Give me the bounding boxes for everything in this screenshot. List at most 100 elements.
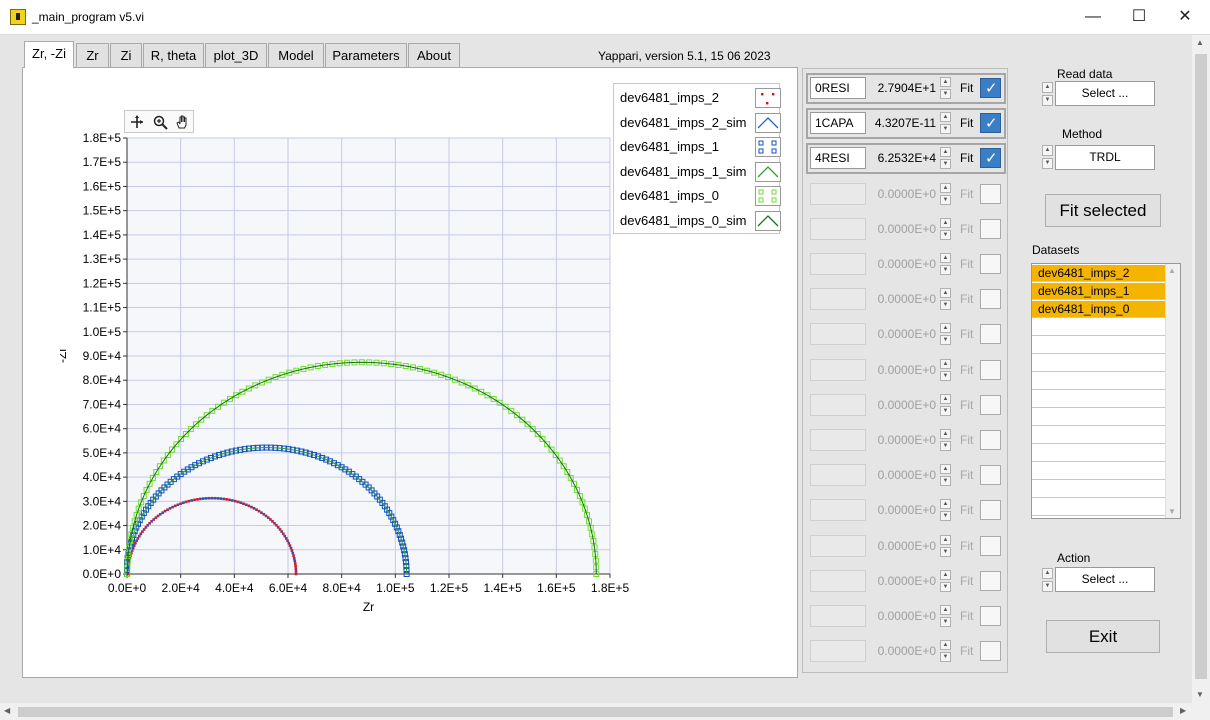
legend-item[interactable]: dev6481_imps_2 <box>620 86 781 110</box>
parameter-value[interactable]: 0.0000E+0 <box>868 464 936 486</box>
exit-button[interactable]: Exit <box>1046 620 1160 653</box>
read-data-select[interactable]: Select ... <box>1055 81 1155 106</box>
parameter-name-field[interactable] <box>810 499 866 522</box>
parameter-spinner[interactable]: ▲ ▼ <box>940 569 951 592</box>
red-dots-icon[interactable] <box>755 88 781 108</box>
parameter-value[interactable]: 0.0000E+0 <box>868 323 936 345</box>
fit-checkbox[interactable] <box>980 641 1001 662</box>
datasets-scrollbar[interactable]: ▲ ▼ <box>1165 264 1180 518</box>
parameter-value[interactable]: 0.0000E+0 <box>868 218 936 240</box>
close-button[interactable]: ✕ <box>1162 0 1208 34</box>
parameter-value[interactable]: 0.0000E+0 <box>868 183 936 205</box>
parameter-value[interactable]: 4.3207E-11 <box>868 112 936 134</box>
parameter-name-field[interactable] <box>810 569 866 592</box>
read-data-spinner[interactable]: ▲ ▼ <box>1042 82 1053 107</box>
parameter-name-field[interactable] <box>810 534 866 557</box>
dataset-item[interactable] <box>1032 391 1165 408</box>
parameter-name-field[interactable] <box>810 640 866 663</box>
legend-item[interactable]: dev6481_imps_0 <box>620 184 781 208</box>
dataset-item[interactable] <box>1032 409 1165 426</box>
parameter-spinner[interactable]: ▲ ▼ <box>940 464 951 487</box>
fit-checkbox[interactable] <box>980 254 1001 274</box>
dark-green-line-icon[interactable] <box>755 210 781 231</box>
dataset-item[interactable] <box>1032 319 1165 336</box>
parameter-spinner[interactable]: ▲ ▼ <box>940 288 951 311</box>
dataset-item[interactable] <box>1032 445 1165 462</box>
tab-about[interactable]: About <box>408 43 460 67</box>
parameter-name-field[interactable] <box>810 605 866 627</box>
fit-checkbox[interactable] <box>980 148 1001 169</box>
tab-parameters[interactable]: Parameters <box>325 43 407 67</box>
dataset-item[interactable]: dev6481_imps_0 <box>1032 301 1165 318</box>
fit-checkbox[interactable] <box>980 289 1001 310</box>
tab-model[interactable]: Model <box>268 43 324 67</box>
parameter-value[interactable]: 0.0000E+0 <box>868 394 936 416</box>
parameter-name-field[interactable] <box>810 464 866 487</box>
fit-checkbox[interactable] <box>980 183 1001 204</box>
tab-plot-3d[interactable]: plot_3D <box>205 43 267 67</box>
tab-zr[interactable]: Zr <box>76 43 109 67</box>
horizontal-scroll-thumb[interactable] <box>18 707 1173 717</box>
dataset-item[interactable] <box>1032 463 1165 480</box>
parameter-value[interactable]: 0.0000E+0 <box>868 288 936 310</box>
green-squares-icon[interactable] <box>755 186 781 206</box>
maximize-button[interactable]: ☐ <box>1116 0 1162 34</box>
method-spinner[interactable]: ▲ ▼ <box>1042 145 1053 170</box>
parameter-name-field[interactable] <box>810 217 866 240</box>
fit-checkbox[interactable] <box>980 218 1001 239</box>
tab-r-theta[interactable]: R, theta <box>143 43 204 67</box>
legend-item[interactable]: dev6481_imps_1 <box>620 135 781 159</box>
minimize-button[interactable]: — <box>1070 0 1116 34</box>
parameter-spinner[interactable]: ▲ ▼ <box>940 217 951 240</box>
green-line-icon[interactable] <box>755 161 781 182</box>
dataset-item[interactable]: dev6481_imps_1 <box>1032 283 1165 300</box>
fit-checkbox[interactable] <box>980 465 1001 486</box>
vertical-scroll-thumb[interactable] <box>1195 54 1207 679</box>
legend-item[interactable]: dev6481_imps_0_sim <box>620 209 781 233</box>
dataset-item[interactable] <box>1032 337 1165 354</box>
scroll-left-arrow-icon[interactable]: ◀ <box>4 706 10 715</box>
parameter-name-field[interactable]: 4RESI <box>810 147 866 170</box>
pan-hand-icon[interactable] <box>174 114 192 130</box>
dataset-item[interactable] <box>1032 373 1165 390</box>
legend-item[interactable]: dev6481_imps_1_sim <box>620 160 781 184</box>
method-select[interactable]: TRDL <box>1055 145 1155 170</box>
parameter-value[interactable]: 0.0000E+0 <box>868 535 936 557</box>
fit-checkbox[interactable] <box>980 359 1001 380</box>
parameter-value[interactable]: 0.0000E+0 <box>868 253 936 275</box>
legend-item[interactable]: dev6481_imps_2_sim <box>620 111 781 135</box>
action-spinner[interactable]: ▲ ▼ <box>1042 568 1053 593</box>
scroll-down-arrow-icon[interactable]: ▼ <box>1196 690 1204 699</box>
fit-checkbox[interactable] <box>980 500 1001 521</box>
action-select[interactable]: Select ... <box>1055 567 1155 592</box>
parameter-name-field[interactable] <box>810 253 866 275</box>
parameter-value[interactable]: 6.2532E+4 <box>868 147 936 169</box>
scroll-up-arrow-icon[interactable]: ▲ <box>1196 38 1204 47</box>
fit-checkbox[interactable] <box>980 430 1001 450</box>
tab-zi[interactable]: Zi <box>110 43 142 67</box>
fit-checkbox[interactable] <box>980 606 1001 626</box>
parameter-name-field[interactable]: 0RESI <box>810 77 866 99</box>
parameter-spinner[interactable]: ▲ ▼ <box>940 182 951 205</box>
dataset-item[interactable] <box>1032 499 1165 516</box>
fit-checkbox[interactable] <box>980 113 1001 134</box>
tab-zr-zi[interactable]: Zr, -Zi <box>24 41 74 68</box>
parameter-spinner[interactable]: ▲ ▼ <box>940 358 951 381</box>
dataset-item[interactable] <box>1032 355 1165 372</box>
parameter-spinner[interactable]: ▲ ▼ <box>940 605 951 627</box>
parameter-value[interactable]: 0.0000E+0 <box>868 570 936 592</box>
fit-checkbox[interactable] <box>980 570 1001 591</box>
parameter-name-field[interactable] <box>810 288 866 311</box>
fit-checkbox[interactable] <box>980 78 1001 98</box>
fit-checkbox[interactable] <box>980 324 1001 345</box>
dataset-item[interactable] <box>1032 427 1165 444</box>
parameter-value[interactable]: 2.7904E+1 <box>868 77 936 99</box>
parameter-value[interactable]: 0.0000E+0 <box>868 429 936 451</box>
parameter-spinner[interactable]: ▲ ▼ <box>940 393 951 416</box>
parameter-spinner[interactable]: ▲ ▼ <box>940 534 951 557</box>
dataset-item[interactable] <box>1032 517 1165 518</box>
scroll-right-arrow-icon[interactable]: ▶ <box>1180 706 1186 715</box>
dataset-item[interactable]: dev6481_imps_2 <box>1032 265 1165 282</box>
parameter-value[interactable]: 0.0000E+0 <box>868 640 936 662</box>
parameter-name-field[interactable] <box>810 182 866 205</box>
